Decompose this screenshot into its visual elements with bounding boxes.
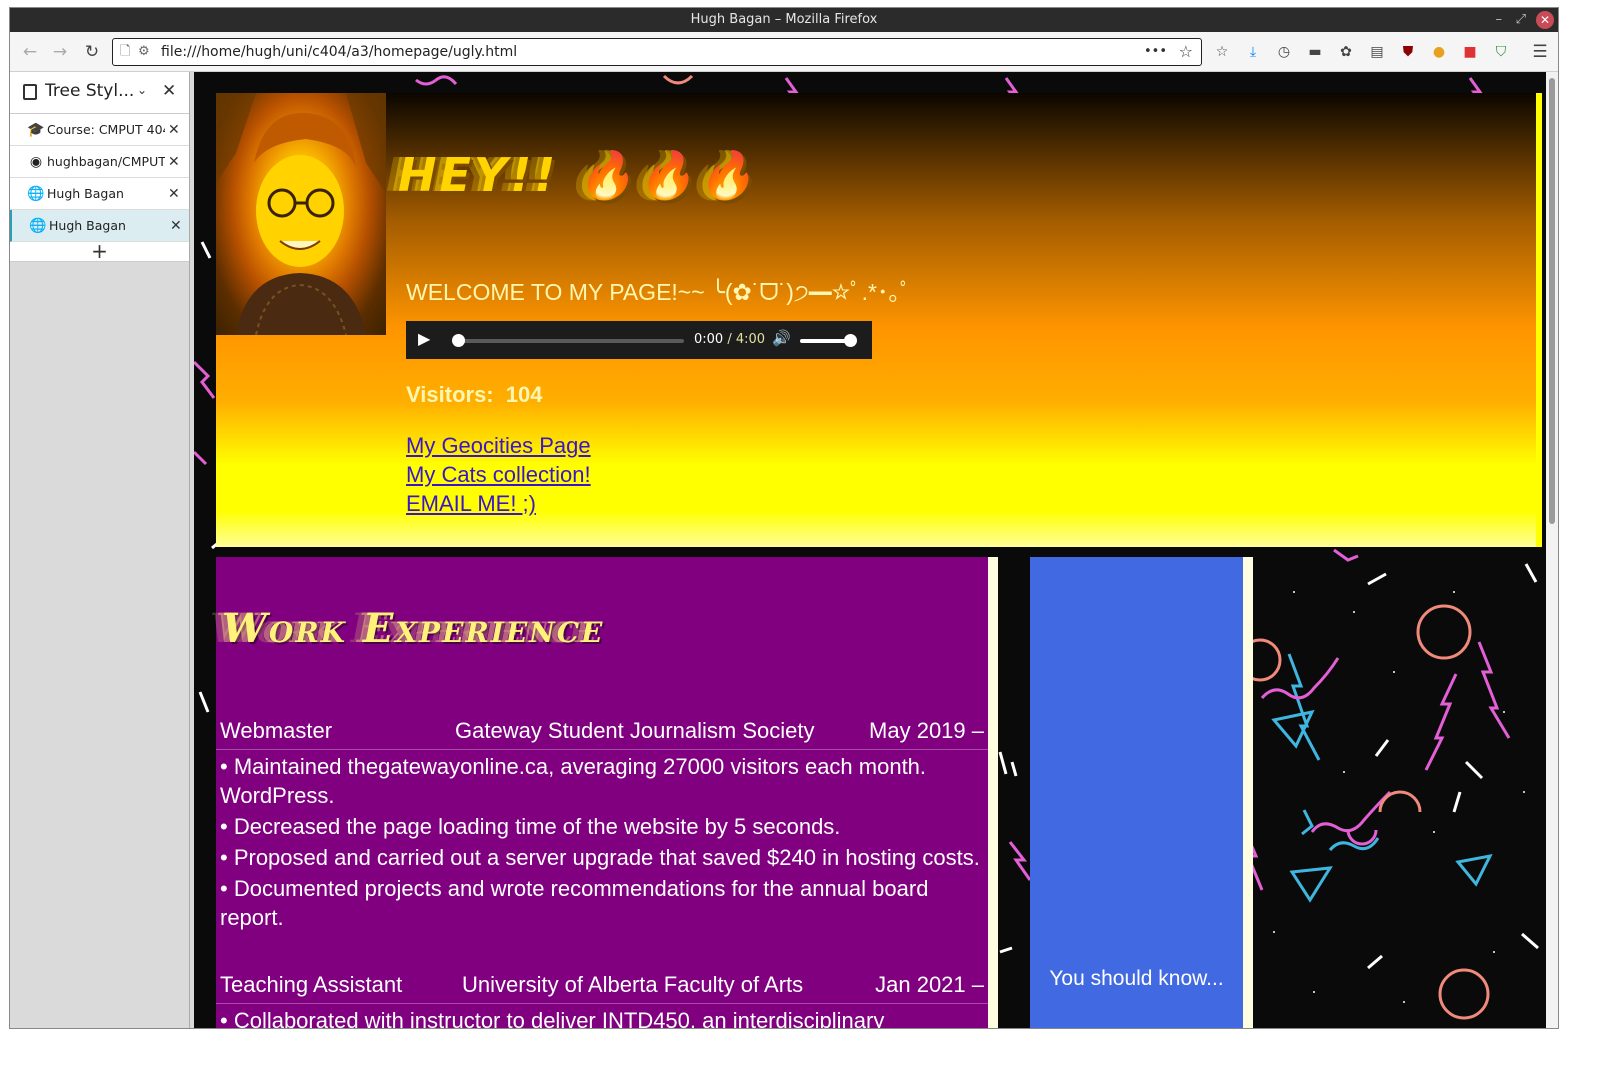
volume-icon[interactable]: 🔊 — [772, 329, 791, 347]
job-bullet: • Maintained thegatewayonline.ca, averag… — [220, 754, 927, 808]
sidebar-switcher-icon[interactable] — [23, 84, 37, 100]
welcome-text: WELCOME TO MY PAGE!~~ ╰(✿˙ᗜ˙)੭━☆ﾟ.*･｡ﾟ — [406, 279, 912, 305]
privacy-extension-icon[interactable]: ⛉ — [1491, 42, 1511, 62]
ublock-icon[interactable]: ⛊ — [1398, 42, 1418, 62]
globe-icon: 🌐 — [29, 218, 47, 234]
tree-style-tab-sidebar: Tree Styl... ⌄ ✕ 🎓 Course: CMPUT 404 ✕ ◉ hug… — [10, 72, 190, 1028]
forward-icon[interactable]: → — [46, 38, 74, 66]
audio-time: 0:00 / 4:00 — [694, 332, 766, 347]
page-info-icon[interactable]: 🗋 — [120, 39, 130, 65]
visitors-count: 104 — [505, 382, 543, 407]
job-entry: Webmaster Gateway Student Journalism Soc… — [216, 718, 988, 932]
job-header: Webmaster Gateway Student Journalism Soc… — [216, 718, 988, 750]
job-header: Teaching Assistant University of Alberta… — [216, 972, 988, 1004]
email-link[interactable]: EMAIL ME! ;) — [406, 489, 591, 518]
close-tab-icon[interactable]: ✕ — [168, 114, 180, 145]
downloads-icon[interactable]: ⤓ — [1243, 42, 1263, 62]
sidebar-tab[interactable]: 🎓 Course: CMPUT 404 ✕ — [10, 114, 189, 146]
job-bullet: • Collaborated with instructor to delive… — [220, 1008, 885, 1028]
page-actions-icon[interactable]: ••• — [1144, 39, 1167, 65]
graduation-cap-icon: 🎓 — [27, 122, 45, 138]
job-date: Jan 2021 – — [875, 972, 984, 997]
audio-player: ▶ 0:00 / 4:00 🔊 — [406, 321, 872, 359]
sidebar-tab[interactable]: ◉ hughbagan/CMPUT 404✕ — [10, 146, 189, 178]
aside-panel: You should know... — [1030, 557, 1243, 1028]
header-links: My Geocities Page My Cats collection! EM… — [406, 431, 591, 518]
job-role: Webmaster — [220, 718, 333, 743]
window-title: Hugh Bagan – Mozilla Firefox — [690, 12, 878, 27]
work-experience-heading: Work Experience — [222, 605, 605, 652]
job-org: Gateway Student Journalism Society — [455, 718, 815, 743]
library-icon[interactable]: ☆ — [1212, 42, 1232, 62]
cats-link[interactable]: My Cats collection! — [406, 460, 591, 489]
history-icon[interactable]: ◷ — [1274, 42, 1294, 62]
close-window-icon[interactable]: ✕ — [1536, 11, 1554, 29]
firefox-window: Hugh Bagan – Mozilla Firefox – ⤢ ✕ ← → ↻… — [10, 8, 1558, 1028]
sidebar-tab[interactable]: 🌐 Hugh Bagan ✕ — [10, 178, 189, 210]
greeting-heading: HEY!! 🔥🔥🔥 — [398, 148, 759, 202]
work-experience-section: Work Experience Webmaster Gateway Studen… — [216, 557, 988, 1028]
cookie-extension-icon[interactable]: ● — [1429, 42, 1449, 62]
page-scrollbar[interactable] — [1546, 72, 1558, 1028]
page-content: HEY!! 🔥🔥🔥 WELCOME TO MY PAGE!~~ ╰(✿˙ᗜ˙)੭… — [194, 72, 1546, 1028]
volume-knob[interactable] — [844, 334, 857, 347]
screenshot-extension-icon[interactable]: ■ — [1460, 42, 1480, 62]
profile-photo — [216, 93, 386, 335]
minimize-icon[interactable]: – — [1496, 8, 1503, 32]
play-icon[interactable]: ▶ — [418, 329, 430, 348]
job-bullet: • Decreased the page loading time of the… — [220, 814, 841, 839]
audio-progress-track[interactable] — [458, 339, 684, 343]
url-bar[interactable]: 🗋 ⚙ file:///home/hugh/uni/c404/a3/homepa… — [112, 38, 1202, 66]
reader-icon[interactable]: ▤ — [1367, 42, 1387, 62]
close-tab-icon[interactable]: ✕ — [168, 178, 180, 209]
bookmark-star-icon[interactable]: ☆ — [1179, 39, 1193, 65]
gnome-extension-icon[interactable]: ✿ — [1336, 42, 1356, 62]
back-icon[interactable]: ← — [16, 38, 44, 66]
close-tab-icon[interactable]: ✕ — [170, 210, 182, 241]
job-entry: Teaching Assistant University of Alberta… — [216, 972, 988, 1028]
geocities-link[interactable]: My Geocities Page — [406, 431, 591, 460]
job-org: University of Alberta Faculty of Arts — [462, 972, 804, 997]
sidebar-tab[interactable]: 🌐 Hugh Bagan ✕ — [10, 210, 189, 242]
url-text[interactable]: file:///home/hugh/uni/c404/a3/homepage/u… — [161, 39, 517, 65]
synced-tabs-icon[interactable]: ▬ — [1305, 42, 1325, 62]
title-bar: Hugh Bagan – Mozilla Firefox – ⤢ ✕ — [10, 8, 1558, 32]
sidebar-tab-label: Hugh Bagan — [47, 186, 124, 201]
visitors-label: Visitors: — [406, 382, 494, 407]
profile-photo-drawing — [216, 93, 386, 335]
sidebar-tab-label: Hugh Bagan — [49, 218, 126, 233]
audio-progress-knob[interactable] — [452, 334, 465, 347]
close-tab-icon[interactable]: ✕ — [168, 146, 180, 177]
visitor-counter: Visitors: 104 — [406, 382, 542, 408]
close-sidebar-icon[interactable]: ✕ — [162, 81, 176, 101]
scrollbar-thumb[interactable] — [1549, 78, 1555, 524]
chevron-down-icon[interactable]: ⌄ — [137, 83, 147, 97]
github-icon: ◉ — [29, 154, 43, 170]
sidebar-title[interactable]: Tree Styl... — [45, 81, 134, 101]
job-role: Teaching Assistant — [220, 972, 403, 997]
aside-text: You should know... — [1049, 967, 1224, 990]
sidebar-header: Tree Styl... ⌄ ✕ — [10, 72, 189, 114]
job-bullet: • Documented projects and wrote recommen… — [220, 876, 929, 930]
permissions-icon[interactable]: ⚙ — [138, 39, 150, 65]
reload-icon[interactable]: ↻ — [78, 38, 106, 66]
job-date: May 2019 – — [869, 718, 984, 743]
volume-slider[interactable] — [800, 339, 850, 343]
new-tab-button[interactable]: + — [10, 241, 189, 262]
navigation-toolbar: ← → ↻ 🗋 ⚙ file:///home/hugh/uni/c404/a3/… — [10, 32, 1558, 72]
menu-icon[interactable]: ☰ — [1530, 42, 1550, 62]
sidebar-tab-label: hughbagan/CMPUT 404 — [47, 154, 165, 169]
globe-icon: 🌐 — [27, 186, 45, 202]
job-bullet: • Proposed and carried out a server upgr… — [220, 845, 980, 870]
maximize-icon[interactable]: ⤢ — [1516, 8, 1526, 32]
sidebar-tab-label: Course: CMPUT 404 — [47, 122, 165, 137]
header-banner: HEY!! 🔥🔥🔥 WELCOME TO MY PAGE!~~ ╰(✿˙ᗜ˙)੭… — [216, 93, 1536, 547]
